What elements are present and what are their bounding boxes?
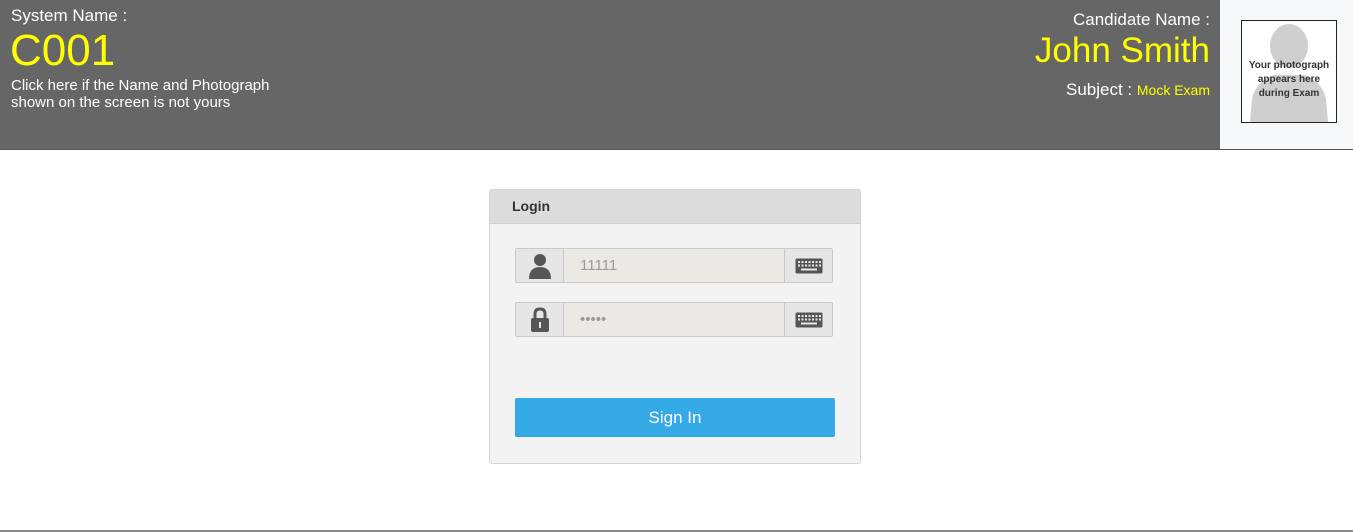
sign-in-button[interactable]: Sign In	[515, 398, 835, 437]
candidate-photo: Your photograph appears here during Exam	[1241, 20, 1337, 123]
username-row	[515, 248, 833, 284]
photo-area: Your photograph appears here during Exam	[1220, 0, 1353, 149]
password-row	[515, 302, 833, 338]
username-keyboard-icon[interactable]	[784, 248, 833, 283]
system-name-label: System Name :	[11, 6, 128, 25]
not-yours-link[interactable]: Click here if the Name and Photograph sh…	[11, 77, 301, 111]
subject-label: Subject :	[1065, 80, 1133, 99]
login-title: Login	[490, 190, 860, 224]
password-input[interactable]	[564, 302, 784, 337]
username-input[interactable]	[564, 248, 784, 283]
candidate-name-value: John Smith	[1034, 31, 1210, 70]
lock-icon	[515, 302, 564, 337]
photo-caption: Your photograph appears here during Exam	[1248, 60, 1330, 99]
subject-value: Mock Exam	[1136, 82, 1210, 98]
subject-line: Subject : Mock Exam	[1066, 80, 1210, 100]
user-icon	[515, 248, 564, 283]
header-bar: System Name : C001 Click here if the Nam…	[0, 0, 1353, 150]
login-panel: Login 11111 ••••• Sign In	[489, 189, 861, 464]
candidate-name-label: Candidate Name :	[1072, 10, 1210, 29]
system-name-value: C001	[10, 26, 116, 75]
password-keyboard-icon[interactable]	[784, 302, 833, 337]
